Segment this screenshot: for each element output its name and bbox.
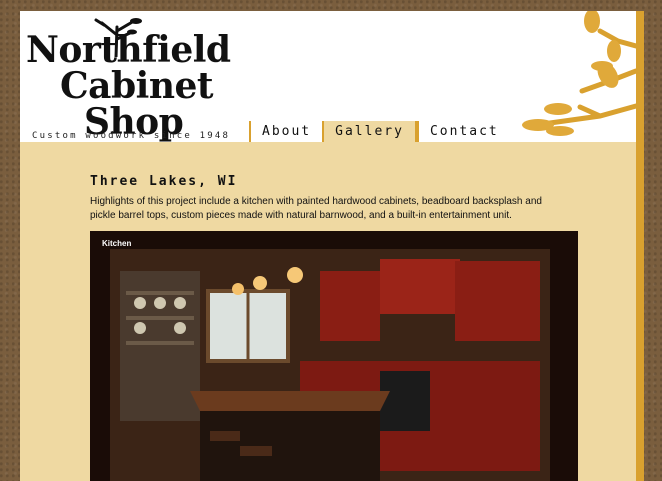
logo-tagline: Custom woodwork since 1948 xyxy=(32,131,231,141)
project-content: Three Lakes, WI Highlights of this proje… xyxy=(90,174,570,223)
kitchen-photo-image xyxy=(90,231,578,481)
page-right-border xyxy=(636,11,644,481)
photo-caption: Kitchen xyxy=(102,239,132,248)
kitchen-photo[interactable]: Kitchen xyxy=(90,231,578,481)
project-description: Highlights of this project include a kit… xyxy=(90,196,542,221)
site-header: Northfield Cabinet Shop Custom woodwork … xyxy=(20,11,636,143)
branch-decoration-icon xyxy=(522,11,636,136)
nav-item-gallery[interactable]: Gallery xyxy=(322,121,417,142)
nav-item-about[interactable]: About xyxy=(249,121,322,142)
nav-item-contact[interactable]: Contact xyxy=(416,121,510,142)
main-nav: About Gallery Contact xyxy=(249,121,510,142)
project-title: Three Lakes, WI xyxy=(90,174,238,189)
